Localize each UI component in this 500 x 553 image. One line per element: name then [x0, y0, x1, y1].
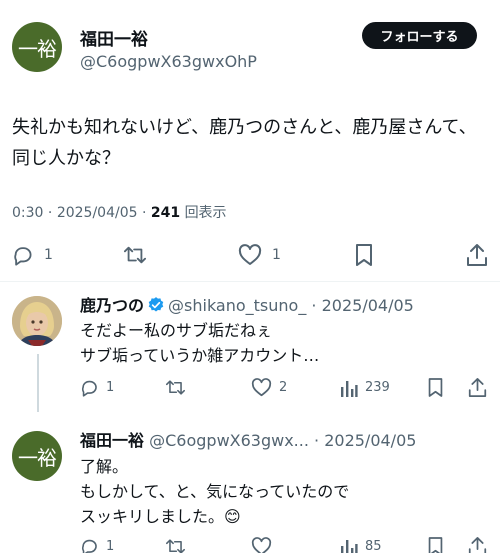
post-text: 失礼かも知れないけど、鹿乃つのさんと、鹿乃屋さんて、同じ人かな？: [12, 117, 477, 169]
reply-text: 了解。 もしかして、と、気になっていたので スッキリしました。😊: [80, 457, 350, 526]
reply-action[interactable]: 1: [80, 378, 114, 397]
like-count: 2: [279, 380, 288, 395]
avatar-photo-icon: [12, 296, 62, 346]
author-avatar[interactable]: 一裕: [12, 22, 62, 72]
reply-date[interactable]: 2025/04/05: [322, 296, 414, 315]
repost-icon: [166, 380, 185, 395]
share-action[interactable]: [466, 243, 488, 267]
repost-action[interactable]: [165, 537, 186, 553]
like-action[interactable]: [251, 537, 272, 553]
post-meta: 0:30 · 2025/04/05 · 241 回表示: [12, 202, 227, 222]
bookmark-action[interactable]: [354, 243, 374, 267]
bookmark-icon: [428, 378, 443, 397]
author-handle[interactable]: @C6ogpwX63gwxOhP: [80, 52, 257, 71]
views-label: 回表示: [184, 205, 227, 221]
meta-dot: ·: [141, 205, 151, 221]
share-icon: [468, 537, 487, 553]
reply-author-name[interactable]: 福田一裕: [80, 431, 144, 450]
reply-author-handle[interactable]: @C6ogpwX63gwx...: [149, 431, 309, 450]
post-time[interactable]: 0:30: [12, 205, 43, 221]
repost-action[interactable]: [123, 244, 147, 266]
reply-icon: [81, 380, 97, 397]
like-action[interactable]: 2: [251, 378, 287, 397]
share-action[interactable]: [468, 536, 487, 553]
author-name[interactable]: 福田一裕: [80, 25, 148, 50]
meta-dot: ·: [308, 431, 325, 450]
views-count: 241: [150, 205, 181, 221]
reply-action[interactable]: 1: [12, 244, 53, 266]
bookmark-action[interactable]: [427, 377, 444, 398]
reply-date[interactable]: 2025/04/05: [324, 431, 416, 450]
reply-icon: [14, 247, 32, 266]
views-chart-icon: [341, 381, 358, 397]
thread-line: [37, 354, 39, 412]
views-action[interactable]: 85: [340, 537, 382, 553]
views-count: 85: [365, 539, 382, 553]
bookmark-action[interactable]: [427, 536, 444, 553]
share-icon: [467, 244, 487, 266]
reply-header: 鹿乃つの @shikano_tsuno_ · 2025/04/05: [80, 292, 414, 316]
reply-count: 1: [106, 539, 115, 553]
bookmark-icon: [428, 537, 443, 553]
like-action[interactable]: 1: [238, 244, 281, 266]
reply-count: 1: [106, 380, 115, 395]
reply-count: 1: [44, 247, 53, 263]
reply-action[interactable]: 1: [80, 537, 114, 553]
heart-icon: [251, 537, 272, 553]
reply-header: 福田一裕 @C6ogpwX63gwx... · 2025/04/05: [80, 427, 416, 451]
views-chart-icon: [341, 540, 358, 553]
post-divider: [0, 281, 500, 282]
reply-text: そだよー私のサブ垢だねぇ サブ垢っていうか雑アカウント…: [80, 321, 320, 365]
meta-dot: ·: [47, 205, 57, 221]
reply-author-handle[interactable]: @shikano_tsuno_: [168, 296, 306, 315]
bookmark-icon: [356, 244, 372, 266]
reply-author-name[interactable]: 鹿乃つの: [80, 296, 144, 315]
meta-dot: ·: [306, 296, 322, 315]
like-count: 1: [272, 247, 281, 263]
post-date[interactable]: 2025/04/05: [57, 205, 138, 221]
views-action[interactable]: 239: [340, 378, 390, 397]
reply-avatar[interactable]: 一裕: [12, 431, 62, 481]
repost-icon: [123, 246, 146, 264]
share-icon: [468, 378, 487, 397]
heart-icon: [251, 378, 272, 397]
repost-action[interactable]: [165, 378, 186, 397]
heart-icon: [238, 244, 262, 265]
views-count: 239: [365, 380, 390, 395]
share-action[interactable]: [468, 377, 487, 398]
repost-icon: [166, 539, 185, 553]
reply-icon: [81, 539, 97, 553]
reply-avatar[interactable]: [12, 296, 62, 346]
follow-button[interactable]: フォローする: [362, 22, 477, 49]
verified-badge-icon: [148, 297, 164, 312]
